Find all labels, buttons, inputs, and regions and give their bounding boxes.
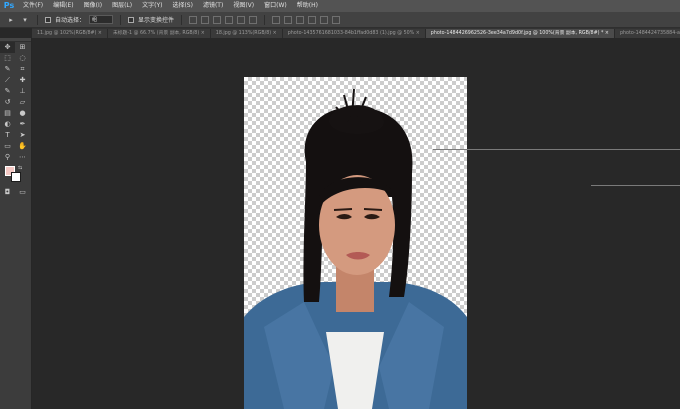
crop-icon[interactable]: ⌗ <box>15 64 30 75</box>
background-color-swatch[interactable] <box>11 172 21 182</box>
tool-row: ▤ ● <box>0 108 31 119</box>
menu-view[interactable]: 视图(V) <box>228 0 259 12</box>
blur-icon[interactable]: ● <box>15 108 30 119</box>
options-divider <box>264 14 266 25</box>
gradient-icon[interactable]: ▤ <box>0 108 15 119</box>
photoshop-logo-icon: Ps <box>3 1 15 10</box>
hand-icon[interactable]: ✋ <box>15 141 30 152</box>
menu-filter[interactable]: 滤镜(T) <box>198 0 228 12</box>
marquee-icon[interactable]: ⬚ <box>0 53 15 64</box>
options-divider <box>181 14 183 25</box>
show-transform-label: 显示变换控件 <box>138 17 175 24</box>
pen-icon[interactable]: ✒ <box>15 119 30 130</box>
zoom-icon[interactable]: ⚲ <box>0 152 15 163</box>
auto-select-label: 自动选择： <box>55 17 86 24</box>
quick-select-icon[interactable]: ✎ <box>0 64 15 75</box>
document-tab-bar: 11.jpg @ 102%(RGB/8#) × 未标题-1 @ 66.7% (背… <box>32 28 680 38</box>
tool-row: T ➤ <box>0 130 31 141</box>
brush-icon[interactable]: ✎ <box>0 86 15 97</box>
document-tab-active[interactable]: photo-1484426962526-3ee34a7d9d0f.jpg @ 1… <box>425 29 615 38</box>
guide-line[interactable] <box>591 185 680 186</box>
path-select-icon[interactable]: ➤ <box>15 130 30 141</box>
rectangle-icon[interactable]: ▭ <box>0 141 15 152</box>
portrait-photo <box>244 88 467 409</box>
tool-row: ⚲ ⋯ <box>0 152 31 163</box>
tool-row: ↺ ▱ <box>0 97 31 108</box>
move-icon[interactable]: ✥ <box>0 42 15 53</box>
color-swatches: ⇆ <box>0 165 31 187</box>
document-canvas[interactable] <box>244 77 467 409</box>
screen-mode-icon[interactable]: ▭ <box>15 187 30 198</box>
options-bar: ▸ ▾ 自动选择： 组 显示变换控件 <box>0 12 680 28</box>
menu-layer[interactable]: 图层(L) <box>107 0 137 12</box>
menu-help[interactable]: 帮助(H) <box>292 0 323 12</box>
menu-edit[interactable]: 编辑(E) <box>48 0 78 12</box>
healing-brush-icon[interactable]: ✚ <box>15 75 30 86</box>
distribute-hcenter-icon[interactable] <box>320 15 329 24</box>
distribute-right-icon[interactable] <box>332 15 341 24</box>
tool-row: ◐ ✒ <box>0 119 31 130</box>
distribute-bottom-icon[interactable] <box>296 15 305 24</box>
document-tab[interactable]: 18.jpg @ 113%(RGB/8) × <box>210 29 283 38</box>
tool-row: ▭ ✋ <box>0 141 31 152</box>
tool-row: ✎ ⊥ <box>0 86 31 97</box>
menu-select[interactable]: 选择(S) <box>167 0 198 12</box>
eyedropper-icon[interactable]: ⟋ <box>0 75 15 86</box>
menu-window[interactable]: 窗口(W) <box>259 0 292 12</box>
menu-file[interactable]: 文件(F) <box>18 0 48 12</box>
lasso-icon[interactable]: ◌ <box>15 53 30 64</box>
tool-preset-dropdown-icon[interactable]: ▾ <box>20 15 30 25</box>
history-brush-icon[interactable]: ↺ <box>0 97 15 108</box>
options-divider <box>37 14 38 25</box>
distribute-top-icon[interactable] <box>272 15 281 24</box>
clone-stamp-icon[interactable]: ⊥ <box>15 86 30 97</box>
menu-bar: Ps 文件(F) 编辑(E) 图像(I) 图层(L) 文字(Y) 选择(S) 滤… <box>0 0 680 12</box>
tool-row: ⟋ ✚ <box>0 75 31 86</box>
distribute-left-icon[interactable] <box>308 15 317 24</box>
distribute-vcenter-icon[interactable] <box>284 15 293 24</box>
document-tab[interactable]: 未标题-1 @ 66.7% (背景 副本, RGB/8) × <box>107 29 211 38</box>
swap-colors-icon[interactable]: ⇆ <box>18 165 22 171</box>
align-right-icon[interactable] <box>249 15 258 24</box>
guide-line[interactable] <box>433 149 680 150</box>
tool-row: ⬚ ◌ <box>0 53 31 64</box>
menu-image[interactable]: 图像(I) <box>79 0 107 12</box>
toolbox: ✥ ⊞ ⬚ ◌ ✎ ⌗ ⟋ ✚ ✎ ⊥ ↺ ▱ ▤ ● ◐ ✒ T ➤ ▭ ✋ ⚲ ⋯ ⇆ ◘ ▭ <box>0 38 32 409</box>
more-icon[interactable]: ⋯ <box>15 152 30 163</box>
dodge-icon[interactable]: ◐ <box>0 119 15 130</box>
move-tool-preset-icon[interactable]: ▸ <box>6 15 16 25</box>
canvas-area[interactable] <box>33 38 680 409</box>
artboard-icon[interactable]: ⊞ <box>15 42 30 53</box>
options-divider <box>120 14 122 25</box>
show-transform-checkbox[interactable] <box>128 16 135 23</box>
quick-mask-icon[interactable]: ◘ <box>0 187 15 198</box>
align-top-icon[interactable] <box>189 15 198 24</box>
auto-select-dropdown[interactable]: 组 <box>89 15 114 24</box>
document-tab[interactable]: photo-1435761681033-84b1ffad0d83 (1).jpg… <box>282 29 426 38</box>
align-hcenter-icon[interactable] <box>237 15 246 24</box>
tool-row: ✥ ⊞ <box>0 42 31 53</box>
document-tab[interactable]: 11.jpg @ 102%(RGB/8#) × <box>32 29 108 38</box>
align-bottom-icon[interactable] <box>213 15 222 24</box>
align-left-icon[interactable] <box>225 15 234 24</box>
auto-select-checkbox[interactable] <box>45 16 51 23</box>
align-vcenter-icon[interactable] <box>201 15 210 24</box>
type-icon[interactable]: T <box>0 130 15 141</box>
document-tab[interactable]: photo-1484424735884-a5d8... <box>614 29 680 38</box>
tool-row: ✎ ⌗ <box>0 64 31 75</box>
menu-type[interactable]: 文字(Y) <box>137 0 167 12</box>
eraser-icon[interactable]: ▱ <box>15 97 30 108</box>
